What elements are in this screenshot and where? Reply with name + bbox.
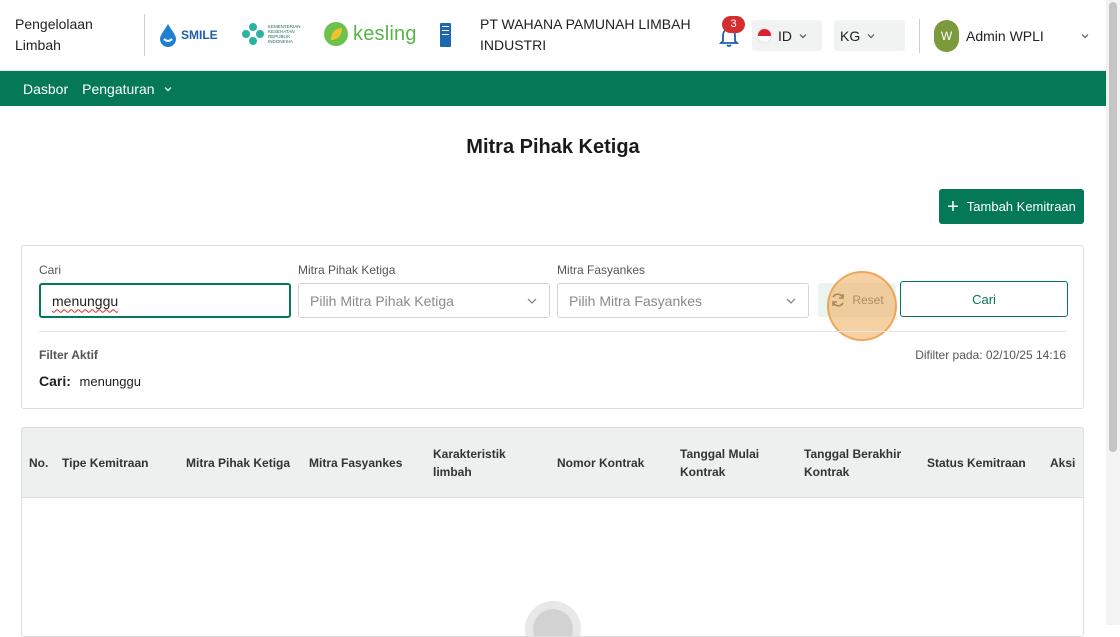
table-header: No. Tipe Kemitraan Mitra Pihak Ketiga Mi… [22,428,1083,498]
leaf-icon [324,22,348,46]
search-input-value: menunggu [52,292,119,309]
column-header-contract-number: Nomor Kontrak [557,456,645,470]
chevron-down-icon [527,298,537,304]
partner-placeholder: Pilih Mitra Pihak Ketiga [310,292,454,309]
column-header-type: Tipe Kemitraan [62,456,149,470]
unit-value: KG [840,27,861,44]
main-nav: Dasbor Pengaturan [0,71,1106,106]
language-select[interactable]: ID [752,20,822,51]
column-header-start-date: Tanggal Mulai Kontrak [680,447,760,479]
scrollbar-thumb[interactable] [1109,2,1117,452]
chevron-down-icon [164,86,171,91]
chevron-down-icon [799,33,807,38]
search-label: Cari [39,263,62,277]
company-name: PT WAHANA PAMUNAH LIMBAH INDUSTRI [480,16,691,53]
chevron-down-icon [786,298,796,304]
filtered-at-timestamp: Difilter pada: 02/10/25 14:16 [915,348,1066,362]
search-input[interactable]: menunggu [39,283,291,318]
partnership-table: No. Tipe Kemitraan Mitra Pihak Ketiga Mi… [21,427,1084,637]
page-title: Mitra Pihak Ketiga [466,136,640,158]
facility-select[interactable]: Pilih Mitra Fasyankes [557,283,809,318]
language-value: ID [778,27,792,44]
column-header-partner: Mitra Pihak Ketiga [186,456,291,470]
plus-icon: + [947,195,959,218]
app-title[interactable]: Pengelolaan Limbah [15,14,125,56]
partner-label: Mitra Pihak Ketiga [298,263,396,277]
nav-item-dasbor[interactable]: Dasbor [23,81,68,97]
facility-label: Mitra Fasyankes [557,263,646,277]
chevron-down-icon [867,33,875,38]
column-header-no: No. [29,456,49,470]
active-filter-key: Cari: [39,373,71,389]
undp-logo [440,23,451,47]
active-filter-chip: Cari: menunggu [39,373,141,389]
kesling-logo: kesling [323,21,417,47]
loading-spinner [525,601,581,636]
partner-select[interactable]: Pilih Mitra Pihak Ketiga [298,283,550,318]
kemenkes-logo: KEMENTERIAN KESEHATAN REPUBLIK INDONESIA [241,22,306,46]
nav-item-pengaturan[interactable]: Pengaturan [82,81,172,97]
avatar: W [934,20,959,52]
user-name: Admin WPLI [966,28,1044,44]
filter-panel: Cari menunggu Mitra Pihak Ketiga Pilih M… [21,245,1084,409]
column-header-action: Aksi [1050,456,1076,470]
search-button[interactable]: Cari [900,281,1068,317]
active-filters-label: Filter Aktif [39,348,98,362]
header-divider [919,19,920,53]
indonesia-flag-icon [757,28,772,43]
kemenkes-emblem-icon [242,23,264,45]
user-menu[interactable]: W Admin WPLI [934,20,1044,52]
unit-select[interactable]: KG [834,20,905,51]
column-header-status: Status Kemitraan [927,456,1026,470]
column-header-waste: Karakteristik limbah [433,447,506,479]
reset-button[interactable]: Reset [818,283,896,317]
app-header: Pengelolaan Limbah SMILE KEMENTERIAN KES… [0,0,1106,71]
notification-badge: 3 [722,16,745,33]
water-drop-icon [160,24,176,47]
refresh-icon [832,293,845,307]
header-divider [144,14,145,56]
smile-logo: SMILE [158,22,218,48]
active-filter-value: menunggu [79,374,141,389]
add-partnership-button[interactable]: + Tambah Kemitraan [939,189,1084,224]
chevron-down-icon[interactable] [1080,31,1090,41]
column-header-facility: Mitra Fasyankes [309,456,403,470]
column-header-end-date: Tanggal Berakhir Kontrak [804,447,902,479]
filter-divider [39,331,1067,332]
facility-placeholder: Pilih Mitra Fasyankes [569,292,703,309]
